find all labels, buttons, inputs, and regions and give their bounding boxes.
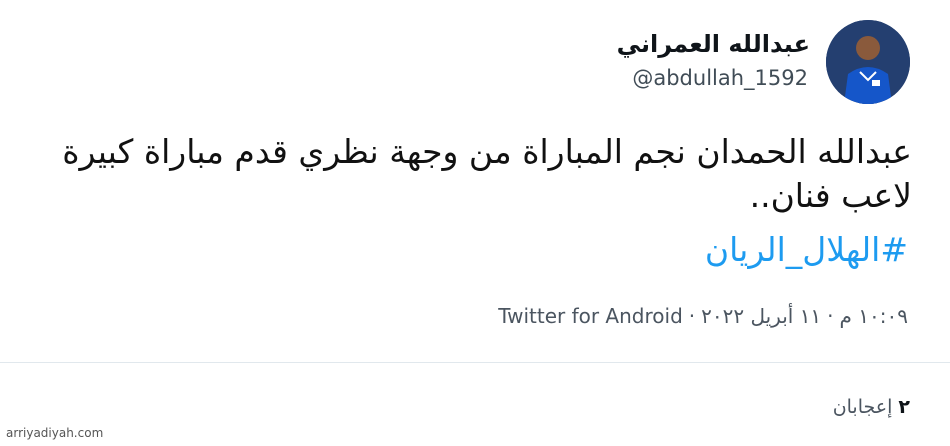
- tweet-text: عبدالله الحمدان نجم المباراة من وجهة نظر…: [62, 132, 912, 215]
- meta-separator: ·: [688, 304, 696, 328]
- player-photo-icon: [826, 20, 910, 104]
- likes-count: ٢: [898, 396, 910, 418]
- watermark: arriyadiyah.com: [6, 426, 104, 440]
- hashtag-link[interactable]: #الهلال_الريان: [705, 230, 908, 269]
- divider: [0, 362, 950, 363]
- display-name[interactable]: عبدالله العمراني: [617, 30, 810, 58]
- tweet-date[interactable]: ١١ أبريل ٢٠٢٢: [701, 304, 821, 328]
- meta-separator: ·: [827, 304, 834, 328]
- likes-stat[interactable]: ٢إعجابان: [833, 396, 910, 418]
- tweet-metadata: ١٠:٠٩ م · ١١ أبريل ٢٠٢٢ · Twitter for An…: [498, 304, 908, 328]
- tweet-time[interactable]: ١٠:٠٩ م: [840, 304, 908, 328]
- avatar[interactable]: [826, 20, 910, 104]
- user-handle[interactable]: @abdullah_1592: [632, 66, 808, 90]
- tweet-card: عبدالله العمراني @abdullah_1592 عبدالله …: [0, 0, 950, 446]
- likes-label: إعجابان: [832, 396, 893, 418]
- tweet-source[interactable]: Twitter for Android: [498, 304, 683, 328]
